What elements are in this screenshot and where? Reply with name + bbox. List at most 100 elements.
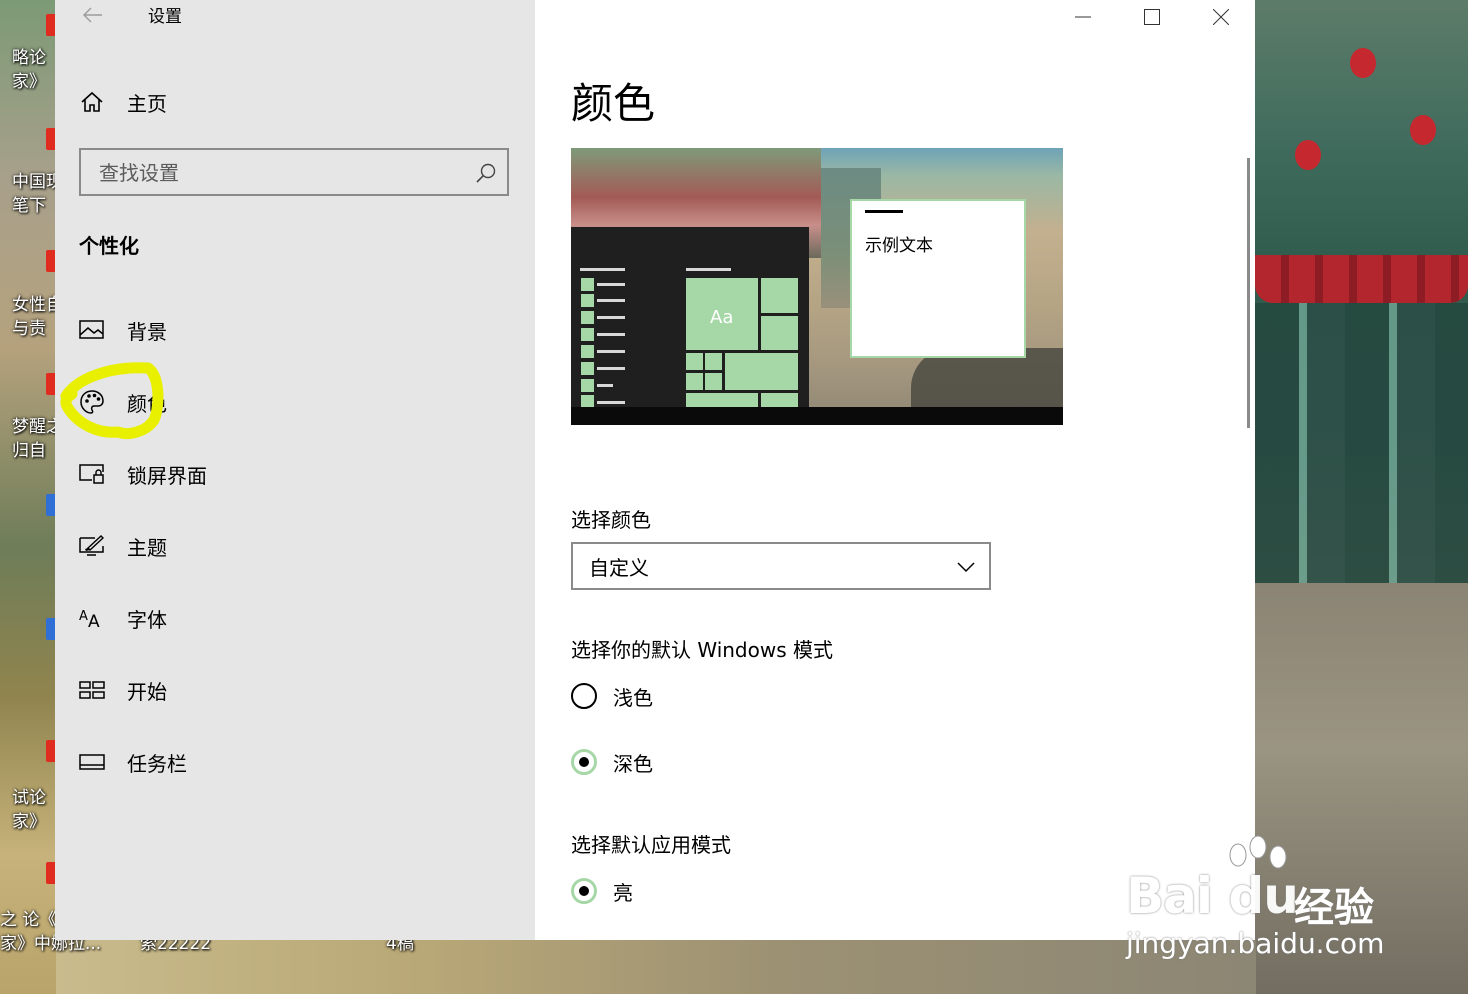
preview-sample-titlebar [865,210,903,213]
preview-tile [761,393,798,407]
preview-tile [686,353,703,370]
home-label: 主页 [127,91,167,116]
preview-menu-square [581,362,594,375]
close-icon [1212,9,1229,25]
baidu-logo-text: Bai du [1126,867,1299,925]
sidebar-item-label: 主题 [127,535,167,560]
windows-mode-label: 选择你的默认 Windows 模式 [571,638,833,662]
preview-menu-line [597,299,625,302]
minimize-button[interactable] [1048,0,1117,34]
sidebar-item-taskbar[interactable]: 任务栏 [79,742,499,782]
search-icon[interactable] [475,162,497,184]
preview-start-menu: Aa [571,227,809,408]
sidebar-item-label: 开始 [127,679,167,704]
radio-label: 亮 [613,880,633,905]
preview-tile [686,393,758,407]
pillars-decoration [1255,303,1468,583]
preview-sample-text: 示例文本 [865,236,933,256]
maximize-icon [1143,9,1160,25]
preview-tile [705,373,722,390]
choose-color-label: 选择颜色 [571,508,651,532]
preview-tile-header-line [686,268,731,271]
sidebar-item-home[interactable]: 主页 [79,84,499,120]
svg-text:A: A [79,609,88,624]
preview-menu-square [581,328,594,341]
radio-button-checked[interactable] [571,878,597,904]
sidebar-item-themes[interactable]: 主题 [79,526,499,566]
preview-menu-line [597,283,625,286]
close-button[interactable] [1186,0,1255,34]
preview-tile [725,353,798,390]
preview-tile [705,353,722,370]
sidebar-item-background[interactable]: 背景 [79,310,499,350]
lantern-decoration [1350,48,1376,78]
back-button[interactable] [79,4,107,30]
settings-window: 设置 主页 个性化 [55,0,1255,940]
home-icon [79,89,105,115]
minimize-icon [1074,16,1091,18]
sidebar-item-start[interactable]: 开始 [79,670,499,710]
preview-menu-line [597,316,625,319]
lantern-decoration [1295,140,1321,170]
sidebar-item-label: 任务栏 [127,751,187,776]
preview-menu-line [597,384,613,387]
page-title: 颜色 [571,79,656,128]
window-title: 设置 [148,7,182,27]
preview-menu-line [597,350,625,353]
preview-menu-line [597,333,625,336]
desktop-wallpaper-bottom [56,940,1256,994]
maximize-button[interactable] [1117,0,1186,34]
font-icon: A A [79,605,105,631]
color-preview: Aa 示例文本 [571,148,1063,425]
search-settings-box[interactable] [79,148,509,196]
preview-menu-square [581,311,594,324]
theme-icon [79,533,105,559]
preview-menu-line [580,268,625,271]
preview-menu-square [581,294,594,307]
preview-menu-square [581,278,594,291]
image-icon [79,317,105,343]
preview-tile [686,373,703,390]
radio-app-light-mode[interactable]: 亮 [571,875,633,907]
svg-text:A: A [88,612,100,630]
section-title-personalization: 个性化 [79,234,139,258]
choose-color-dropdown[interactable]: 自定义 [571,542,991,590]
search-input[interactable] [97,150,461,196]
preview-tile-text: Aa [710,307,734,328]
preview-menu-line [597,367,625,370]
radio-light-mode[interactable]: 浅色 [571,680,653,712]
baidu-brand-text: 经验 [1294,885,1374,931]
app-mode-label: 选择默认应用模式 [571,833,731,857]
sidebar-item-lock-screen[interactable]: 锁屏界面 [79,454,499,494]
back-arrow-icon [83,7,102,23]
preview-tile [761,316,798,350]
preview-menu-line [597,401,625,404]
radio-dark-mode[interactable]: 深色 [571,746,653,778]
preview-menu-square [581,379,594,392]
sidebar-item-fonts[interactable]: A A 字体 [79,598,499,638]
lantern-decoration [1410,115,1436,145]
preview-menu-square [581,345,594,358]
taskbar-icon [79,749,105,775]
radio-label: 深色 [613,751,653,776]
radio-button-checked[interactable] [571,749,597,775]
desktop-icon-label[interactable]: 略论 家》 [12,46,46,94]
desktop-icon-label[interactable]: 试论 家》 [12,786,46,834]
baidu-url-text: jingyan.baidu.com [1126,927,1385,960]
settings-sidebar: 设置 主页 个性化 [55,0,535,940]
scrollbar-thumb[interactable] [1247,158,1250,428]
preview-sample-window: 示例文本 [850,199,1026,358]
sidebar-item-label: 锁屏界面 [127,463,207,488]
preview-taskbar [571,407,1063,425]
baidu-watermark: Bai du 经验 jingyan.baidu.com [1118,835,1468,965]
lock-screen-icon [79,461,105,487]
highlight-annotation [60,362,164,439]
sidebar-item-label: 背景 [127,319,167,344]
awning-decoration [1255,255,1468,303]
window-controls [1048,0,1255,34]
dropdown-value: 自定义 [589,556,649,580]
start-icon [79,677,105,703]
sidebar-item-label: 字体 [127,607,167,632]
radio-button[interactable] [571,683,597,709]
preview-tile [761,278,798,313]
